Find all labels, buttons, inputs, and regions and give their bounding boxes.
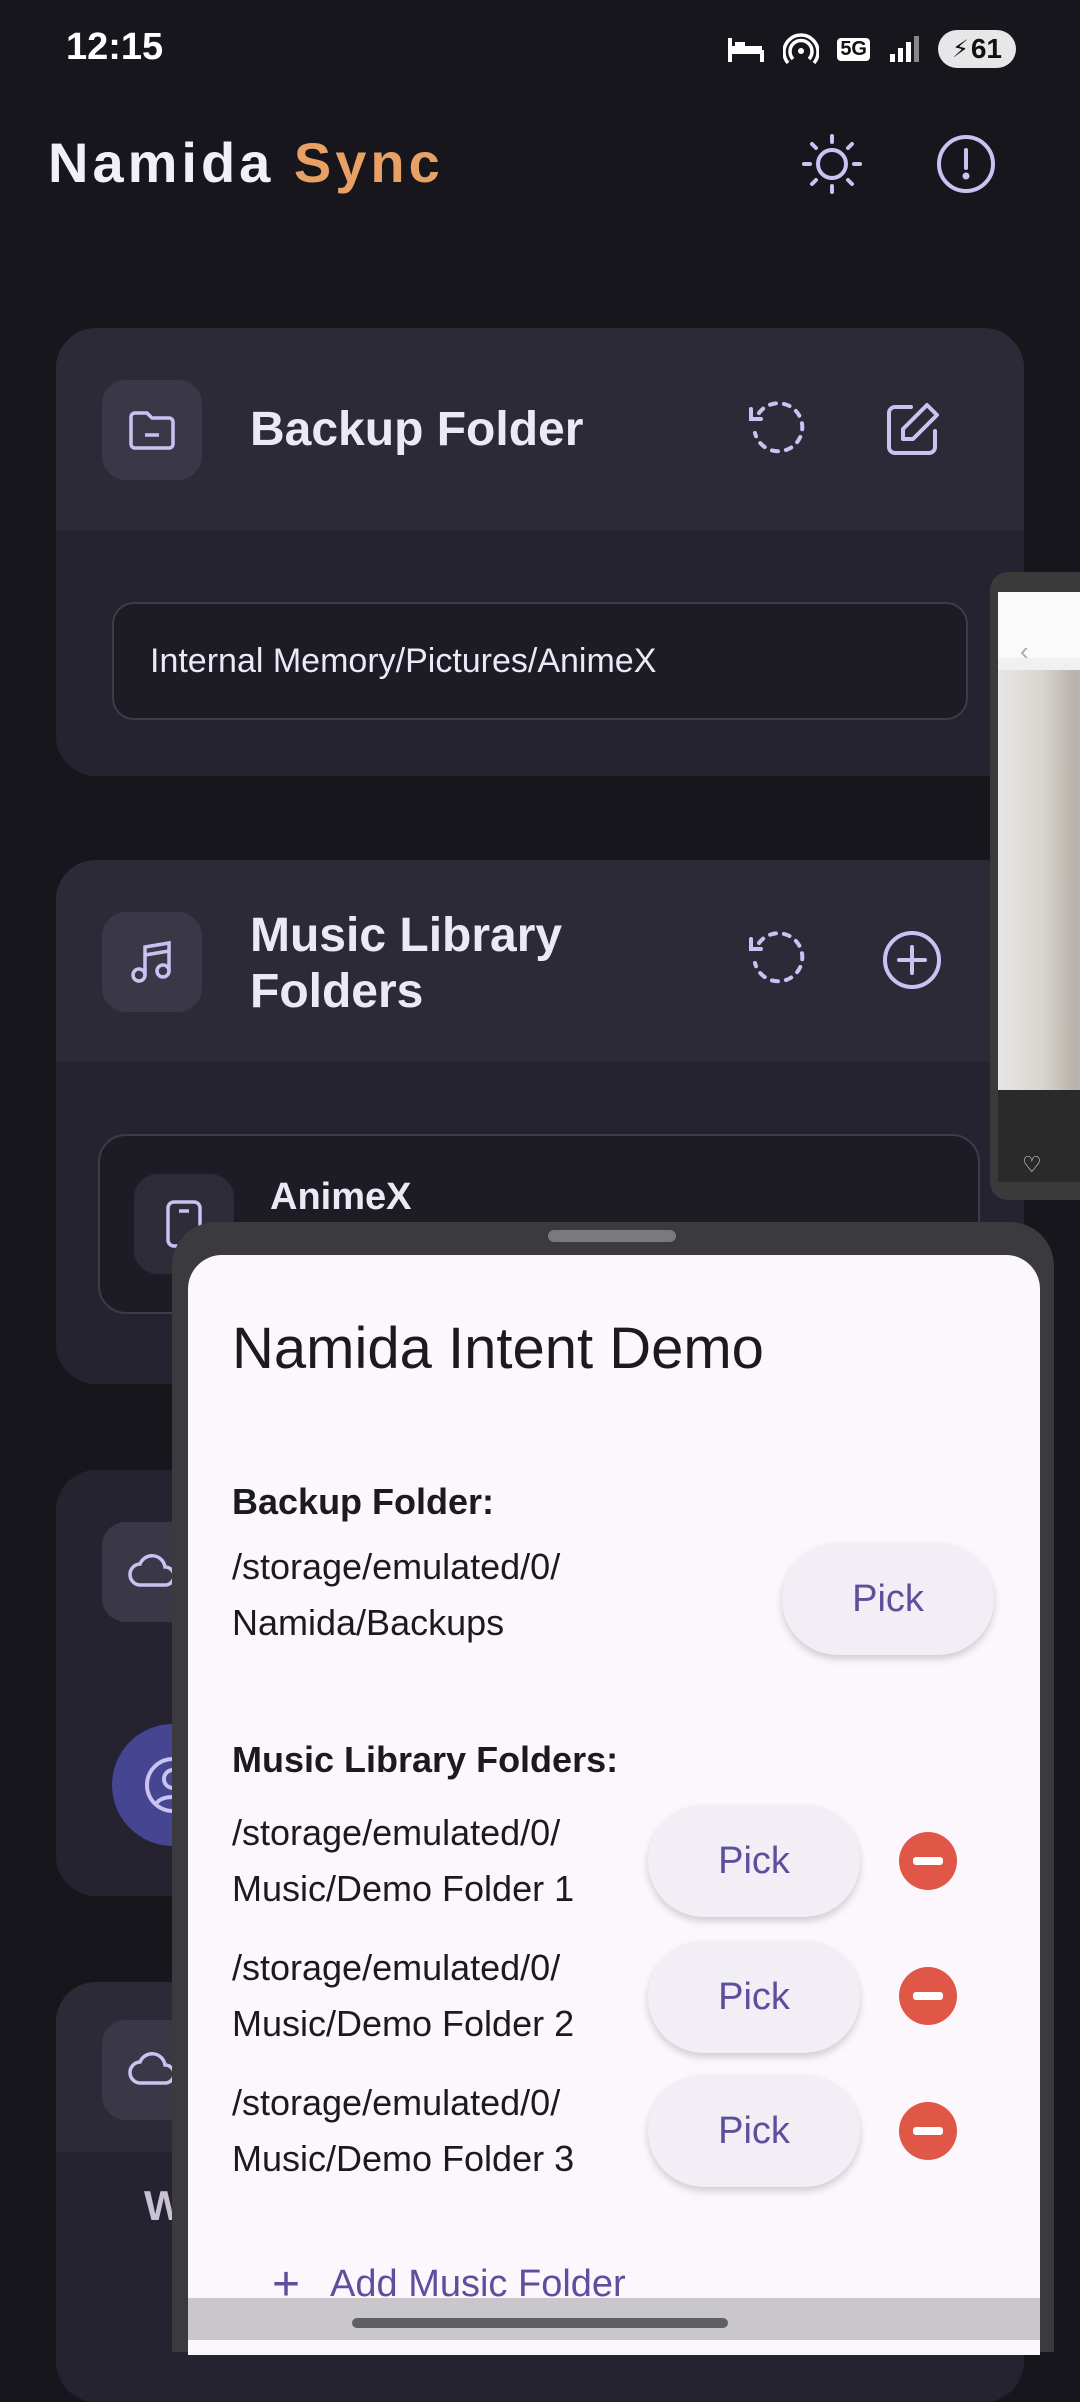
music-card-title: Music Library Folders: [250, 908, 562, 1020]
music-card-title-line1: Music Library: [250, 909, 563, 962]
status-time: 12:15: [66, 26, 164, 68]
remove-circle-icon: [913, 1857, 943, 1865]
signal-icon: [890, 36, 919, 62]
floating-window-header: [998, 592, 1080, 658]
folder-2-line2: Music/Demo Folder 2: [232, 2003, 575, 2044]
music-note-icon: [131, 940, 171, 983]
refresh-icon: [749, 931, 805, 984]
music-folder-path-3: /storage/emulated/0/ Music/Demo Folder 3: [232, 2075, 574, 2187]
music-folder-name: AnimeX: [270, 1176, 412, 1218]
floating-window-content: ‹ ♡: [998, 592, 1080, 1182]
status-icons: 5G ⚡ 61: [727, 30, 1016, 68]
folder-icon: [129, 411, 175, 450]
folder-1-line1: /storage/emulated/0/: [232, 1812, 561, 1853]
folder-3-line2: Music/Demo Folder 3: [232, 2138, 575, 2179]
folder-icon-box: [102, 380, 202, 480]
folder-1-remove-button[interactable]: [899, 1832, 957, 1890]
edit-icon: [887, 403, 939, 455]
alert-circle-icon: [937, 135, 995, 193]
remove-circle-icon: [913, 2127, 943, 2135]
battery-indicator: ⚡ 61: [938, 30, 1016, 68]
backup-refresh-button[interactable]: [740, 394, 812, 466]
theme-toggle-button[interactable]: [796, 128, 868, 200]
cloud-icon: [128, 2052, 176, 2085]
music-add-button[interactable]: [876, 924, 948, 996]
folder-1-line2: Music/Demo Folder 1: [232, 1868, 575, 1909]
music-card-title-line2: Folders: [250, 965, 424, 1018]
sheet-title: Namida Intent Demo: [232, 1316, 764, 1381]
floating-window[interactable]: ‹ ♡: [990, 572, 1080, 1200]
folder-3-remove-button[interactable]: [899, 2102, 957, 2160]
gesture-nav-handle[interactable]: [352, 2318, 728, 2328]
backup-pick-button[interactable]: Pick: [782, 1543, 994, 1655]
sun-icon: [802, 134, 862, 194]
heart-icon: ♡: [1022, 1152, 1042, 1177]
refresh-icon: [749, 401, 805, 454]
backup-folder-label: Backup Folder:: [232, 1481, 495, 1522]
music-icon-box: [102, 912, 202, 1012]
app-title-accent: Sync: [293, 131, 444, 194]
add-circle-icon: [883, 931, 941, 989]
app-title-main: Namida: [48, 131, 275, 194]
intent-demo-sheet: Namida Intent Demo Backup Folder: /stora…: [188, 1255, 1040, 2355]
music-folder-path-2: /storage/emulated/0/ Music/Demo Folder 2: [232, 1940, 574, 2052]
folder-3-line1: /storage/emulated/0/: [232, 2082, 561, 2123]
floating-window-image: [998, 670, 1080, 1090]
hotspot-icon: [783, 33, 820, 65]
music-folders-label: Music Library Folders:: [232, 1739, 619, 1780]
music-refresh-button[interactable]: [740, 924, 812, 996]
backup-card-title: Backup Folder: [250, 403, 584, 456]
bed-icon: [728, 38, 765, 62]
backup-path-field[interactable]: Internal Memory/Pictures/AnimeX: [112, 602, 968, 720]
info-button[interactable]: [930, 128, 1002, 200]
backup-edit-button[interactable]: [876, 394, 948, 466]
cloud-icon: [128, 1554, 176, 1587]
backup-folder-card: Backup Folder Internal Memory/Pictures/A…: [56, 328, 1024, 776]
battery-level: 61: [970, 33, 1002, 64]
backup-folder-path: /storage/emulated/0/ Namida/Backups: [232, 1539, 560, 1651]
network-5g-icon: 5G: [837, 37, 870, 61]
folder-2-remove-button[interactable]: [899, 1967, 957, 2025]
sheet-drag-handle[interactable]: [548, 1230, 676, 1242]
folder-3-pick-button[interactable]: Pick: [648, 2075, 860, 2187]
remove-circle-icon: [913, 1992, 943, 2000]
backup-path-line1: /storage/emulated/0/: [232, 1546, 561, 1587]
app-title: Namida Sync: [48, 130, 444, 195]
folder-1-pick-button[interactable]: Pick: [648, 1805, 860, 1917]
folder-2-pick-button[interactable]: Pick: [648, 1941, 860, 2053]
charging-icon: ⚡: [951, 35, 969, 63]
folder-2-line1: /storage/emulated/0/: [232, 1947, 561, 1988]
backup-path-line2: Namida/Backups: [232, 1602, 505, 1643]
back-icon: ‹: [1020, 636, 1029, 666]
music-folder-path-1: /storage/emulated/0/ Music/Demo Folder 1: [232, 1805, 574, 1917]
